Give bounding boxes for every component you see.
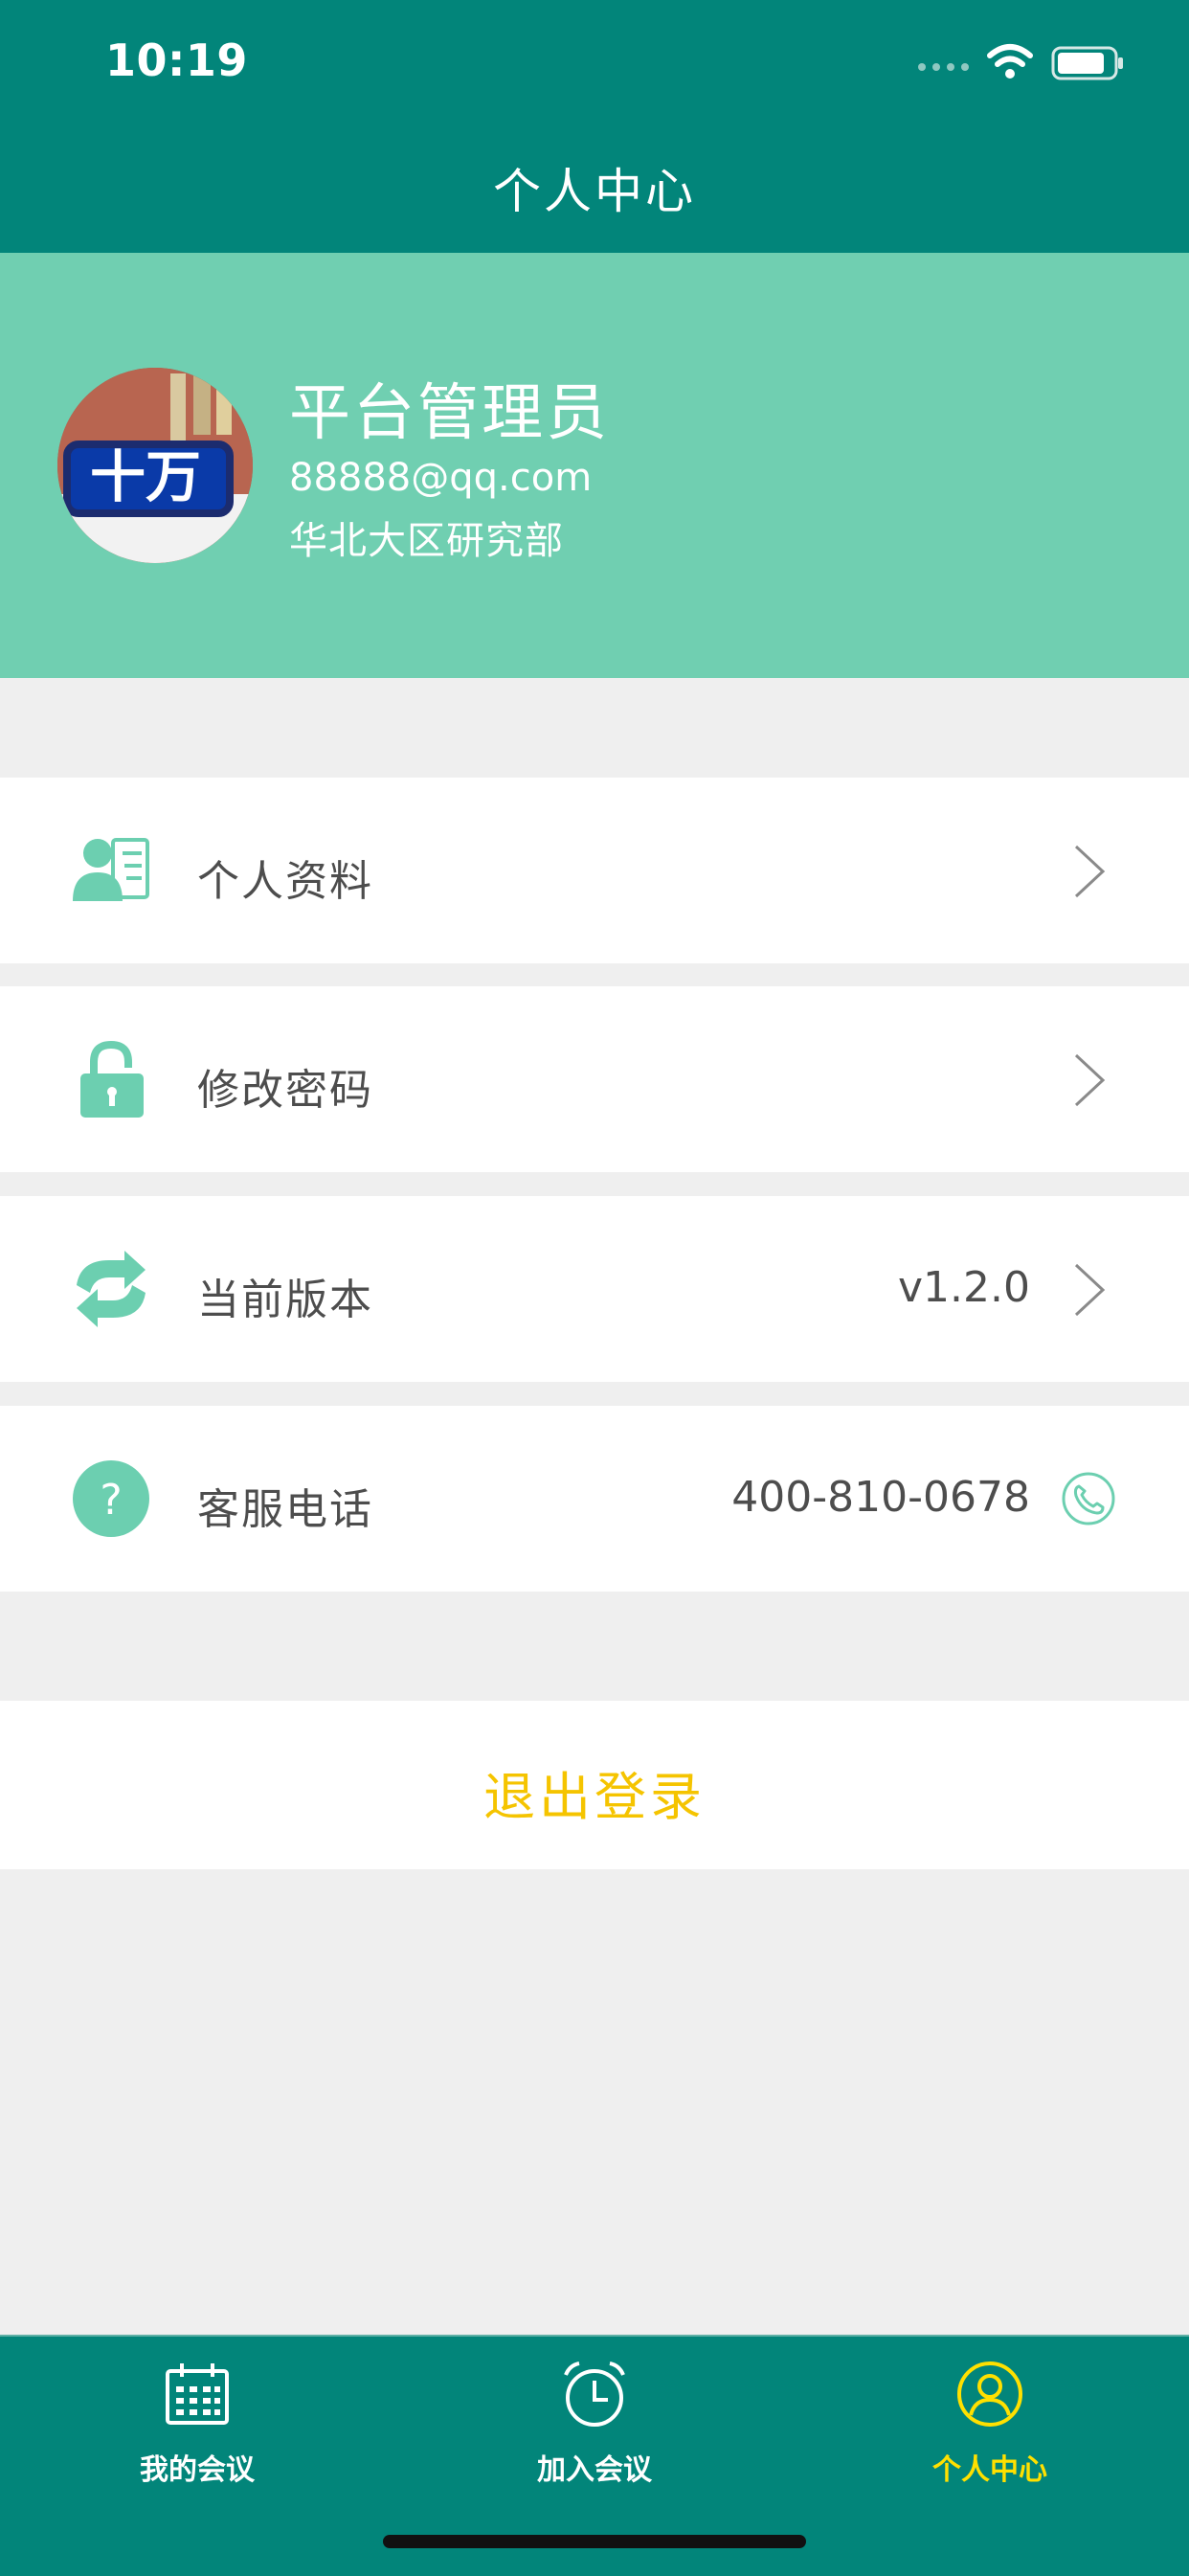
battery-icon: [1051, 46, 1123, 80]
menu-item-profile[interactable]: 个人资料: [0, 778, 1189, 963]
tab-label: 加入会议: [537, 2453, 652, 2487]
alarm-clock-icon: [564, 2361, 625, 2427]
profile-card-icon: [73, 838, 149, 901]
menu-item-customer-service[interactable]: ? 客服电话 400-810-0678: [0, 1406, 1189, 1592]
svg-text:?: ?: [100, 1476, 122, 1525]
version-value: v1.2.0: [898, 1263, 1030, 1312]
help-icon: ?: [73, 1460, 149, 1537]
page-title: 个人中心: [493, 164, 696, 219]
logout-button[interactable]: 退出登录: [0, 1754, 1189, 1830]
menu-item-version[interactable]: 当前版本 v1.2.0: [0, 1196, 1189, 1382]
menu-item-label: 当前版本: [197, 1276, 373, 1324]
tab-join-meeting[interactable]: 加入会议: [489, 2352, 700, 2487]
lock-icon: [80, 1041, 144, 1118]
chevron-right-icon: [1074, 845, 1106, 898]
tab-personal-center[interactable]: 个人中心: [885, 2352, 1095, 2487]
chevron-right-icon: [1074, 1053, 1106, 1107]
avatar-image: 十万: [57, 368, 253, 563]
menu-item-label: 个人资料: [197, 857, 373, 906]
service-phone-value[interactable]: 400-810-0678: [731, 1473, 1030, 1522]
calendar-icon: [166, 2363, 229, 2425]
wifi-icon: [987, 44, 1033, 79]
refresh-icon: [77, 1251, 146, 1327]
user-email: 88888@qq.com: [289, 456, 593, 500]
chevron-right-icon: [1074, 1263, 1106, 1317]
user-name: 平台管理员: [289, 378, 610, 449]
menu-item-label: 修改密码: [197, 1066, 373, 1115]
user-circle-icon: [957, 2361, 1022, 2427]
phone-icon[interactable]: [1061, 1471, 1116, 1526]
menu-item-label: 客服电话: [197, 1485, 373, 1534]
menu-item-change-password[interactable]: 修改密码: [0, 986, 1189, 1172]
status-time: 10:19: [105, 34, 248, 86]
tab-label: 个人中心: [932, 2453, 1047, 2487]
home-indicator[interactable]: [383, 2535, 806, 2548]
user-department: 华北大区研究部: [289, 519, 564, 563]
cellular-signal-icon: [918, 63, 969, 71]
avatar[interactable]: 十万: [57, 368, 253, 563]
tab-my-meetings[interactable]: 我的会议: [92, 2352, 303, 2487]
svg-text:十万: 十万: [90, 444, 201, 509]
tab-label: 我的会议: [140, 2453, 255, 2487]
